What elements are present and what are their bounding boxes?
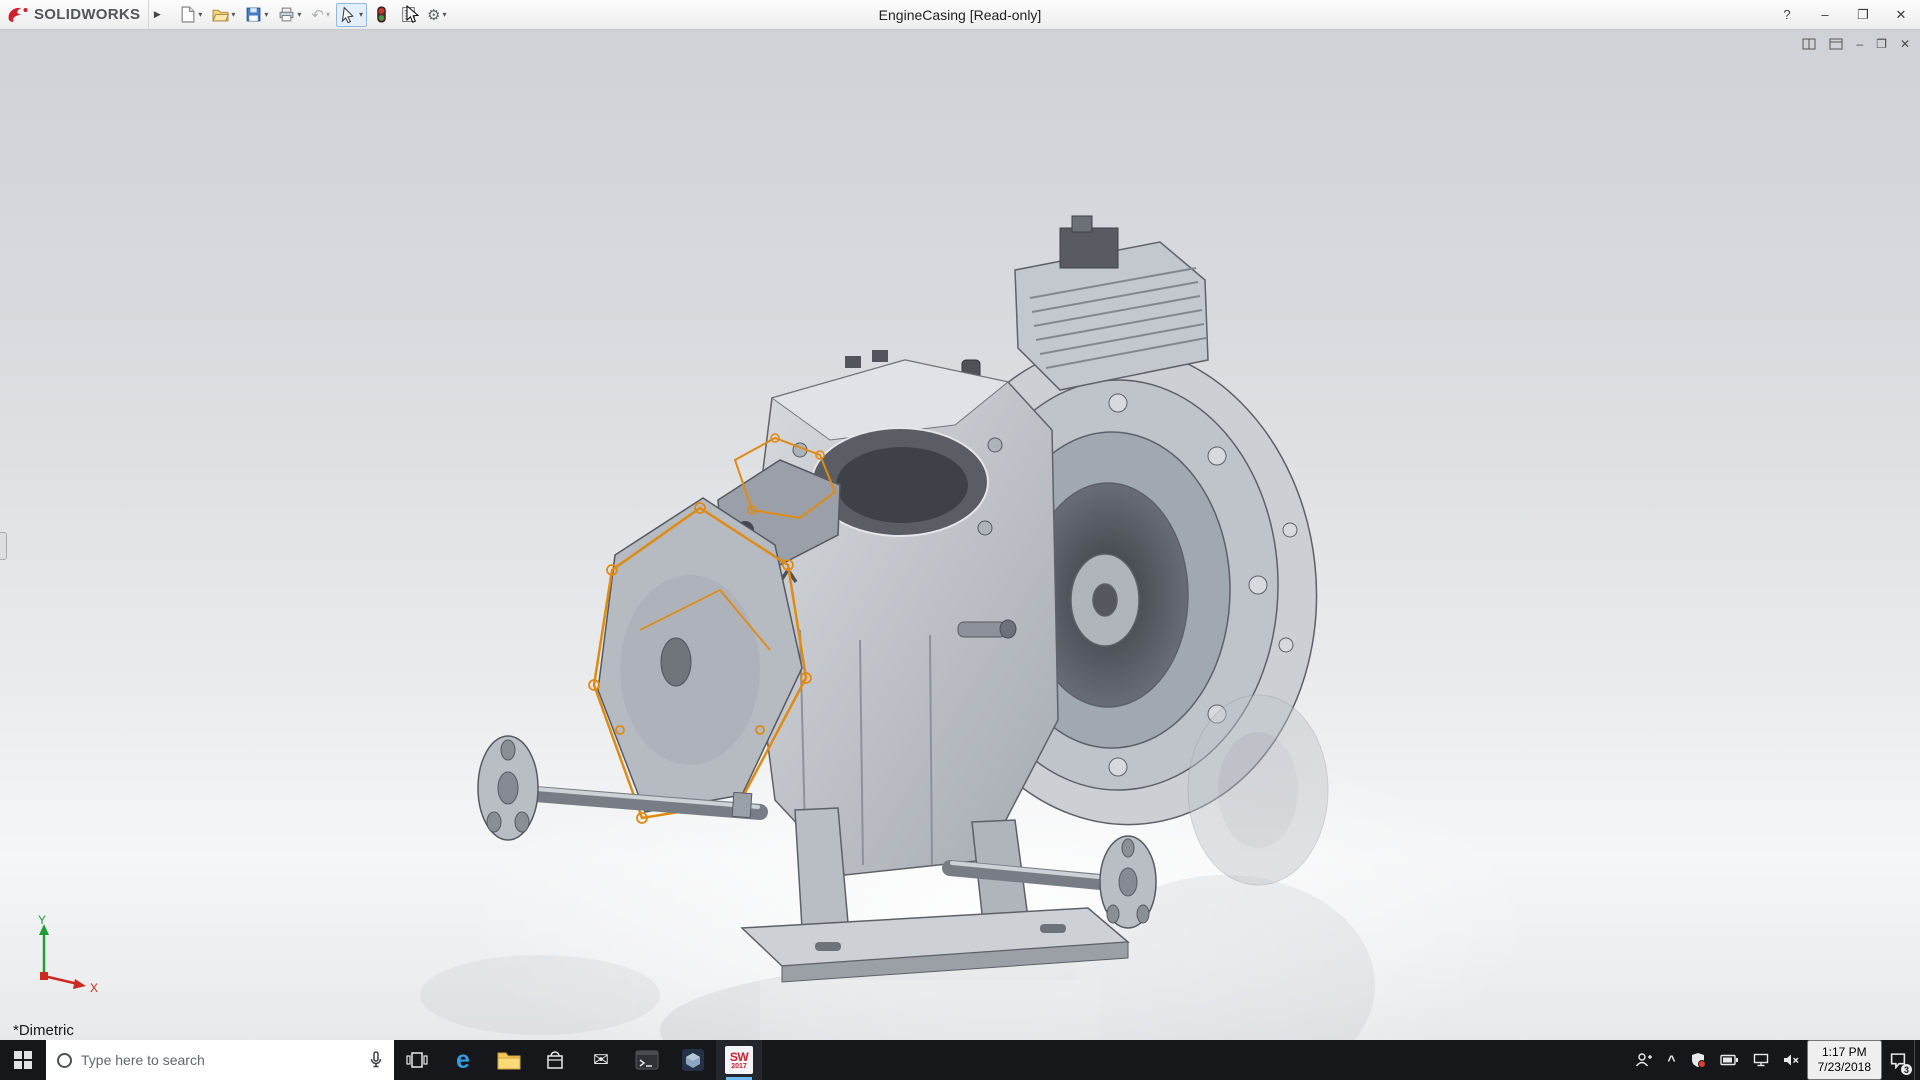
brand-text: SOLIDWORKS <box>34 6 140 23</box>
menu-flyout-arrow[interactable]: ▶ <box>149 2 165 28</box>
cylinder-fins-block <box>962 216 1208 394</box>
file-properties-button[interactable] <box>396 3 421 27</box>
microphone-icon[interactable] <box>369 1051 383 1069</box>
rebuild-button[interactable] <box>369 3 394 27</box>
store-bag-icon <box>545 1050 565 1070</box>
solidworks-logo: SOLIDWORKS <box>0 0 149 29</box>
dropdown-arrow-icon[interactable]: ▾ <box>326 10 330 19</box>
people-button[interactable] <box>1628 1040 1660 1080</box>
gear-icon: ⚙ <box>427 6 440 24</box>
minimize-button[interactable]: – <box>1806 0 1844 29</box>
edge-button[interactable]: e <box>440 1040 486 1080</box>
triad-y-label: Y <box>38 914 46 927</box>
start-button[interactable] <box>0 1040 46 1080</box>
select-cursor-icon <box>340 6 357 23</box>
doc-minimize-button[interactable]: – <box>1856 36 1863 52</box>
pane-single-icon[interactable] <box>1829 36 1843 52</box>
system-tray: ^ <box>1628 1040 1920 1080</box>
open-button[interactable]: ▾ <box>208 3 239 27</box>
file-properties-icon <box>400 6 417 23</box>
undo-button[interactable]: ↶ ▾ <box>307 3 334 27</box>
rebuild-traffic-light-icon <box>373 6 390 23</box>
terminal-app-button[interactable] <box>624 1040 670 1080</box>
print-button[interactable]: ▾ <box>274 3 305 27</box>
orientation-triad: Y X <box>22 914 106 998</box>
dropdown-arrow-icon[interactable]: ▾ <box>442 10 446 19</box>
dropdown-arrow-icon[interactable]: ▾ <box>359 10 363 19</box>
file-explorer-button[interactable] <box>486 1040 532 1080</box>
options-button[interactable]: ⚙ ▾ <box>423 3 450 27</box>
edge-icon: e <box>456 1046 470 1075</box>
dropdown-arrow-icon[interactable]: ▾ <box>297 10 301 19</box>
task-view-button[interactable] <box>394 1040 440 1080</box>
clock-date: 7/23/2018 <box>1818 1060 1871 1075</box>
document-window-controls: – ❐ ✕ <box>1802 36 1910 52</box>
save-floppy-icon <box>245 6 262 23</box>
solidworks-icon-year: 2017 <box>731 1063 747 1070</box>
engine-casing-3d-model[interactable] <box>0 30 1920 1040</box>
rear-ghost-component <box>1188 695 1328 885</box>
show-desktop-button[interactable] <box>1914 1040 1920 1080</box>
action-center-button[interactable]: 3 <box>1882 1040 1914 1080</box>
save-button[interactable]: ▾ <box>241 3 272 27</box>
caret-up-icon: ^ <box>1667 1052 1675 1068</box>
ds-logo-icon <box>6 5 30 25</box>
dropdown-arrow-icon[interactable]: ▾ <box>231 10 235 19</box>
triad-x-label: X <box>90 981 98 995</box>
title-bar: SOLIDWORKS ▶ ▾ ▾ <box>0 0 1920 30</box>
stub-shaft <box>958 620 1016 638</box>
view-orientation-label: *Dimetric <box>13 1022 74 1039</box>
battery-icon <box>1720 1054 1739 1066</box>
new-document-button[interactable]: ▾ <box>175 3 206 27</box>
search-placeholder: Type here to search <box>81 1052 360 1068</box>
dropdown-arrow-icon[interactable]: ▾ <box>264 10 268 19</box>
notification-count-badge: 3 <box>1901 1064 1912 1075</box>
cortana-search-icon <box>57 1053 72 1068</box>
mail-envelope-icon: ✉ <box>593 1049 609 1072</box>
speaker-muted-icon <box>1783 1053 1800 1067</box>
cube-app-icon <box>681 1048 705 1072</box>
terminal-icon <box>635 1049 659 1071</box>
solidworks-icon-text: SW <box>730 1051 748 1063</box>
taskbar-search[interactable]: Type here to search <box>46 1040 394 1080</box>
window-controls: ? – ❐ ✕ <box>1768 0 1920 29</box>
doc-close-button[interactable]: ✕ <box>1900 36 1910 52</box>
clock[interactable]: 1:17 PM 7/23/2018 <box>1807 1040 1882 1080</box>
graphics-area[interactable]: – ❐ ✕ Y X *Dimetric <box>0 30 1920 1040</box>
select-button[interactable]: ▾ <box>336 3 367 27</box>
solidworks-taskbar-button[interactable]: SW 2017 <box>716 1040 762 1080</box>
task-view-icon <box>406 1050 428 1070</box>
new-document-icon <box>179 6 196 23</box>
volume-button[interactable] <box>1776 1040 1807 1080</box>
network-icon <box>1753 1053 1769 1067</box>
document-title: EngineCasing [Read-only] <box>879 0 1042 30</box>
people-icon <box>1635 1052 1653 1068</box>
network-button[interactable] <box>1746 1040 1776 1080</box>
solidworks-app-icon: SW 2017 <box>725 1046 753 1074</box>
clock-time: 1:17 PM <box>1822 1045 1867 1060</box>
dropdown-arrow-icon[interactable]: ▾ <box>198 10 202 19</box>
undo-icon: ↶ <box>311 6 324 24</box>
help-button[interactable]: ? <box>1768 0 1806 29</box>
store-button[interactable] <box>532 1040 578 1080</box>
battery-button[interactable] <box>1713 1040 1746 1080</box>
folder-icon <box>497 1050 521 1070</box>
solidworks-window: SOLIDWORKS ▶ ▾ ▾ <box>0 0 1920 1080</box>
windows-logo-icon <box>14 1051 32 1069</box>
featuremanager-flyout-handle[interactable] <box>0 532 7 560</box>
doc-restore-button[interactable]: ❐ <box>1876 36 1887 52</box>
security-alert-button[interactable] <box>1683 1040 1713 1080</box>
pane-split-icon[interactable] <box>1802 36 1816 52</box>
restore-button[interactable]: ❐ <box>1844 0 1882 29</box>
quick-access-toolbar: ▾ ▾ ▾ <box>175 3 450 27</box>
dark-cube-app-button[interactable] <box>670 1040 716 1080</box>
mail-button[interactable]: ✉ <box>578 1040 624 1080</box>
close-button[interactable]: ✕ <box>1882 0 1920 29</box>
windows-taskbar: Type here to search e <box>0 1040 1920 1080</box>
print-icon <box>278 6 295 23</box>
open-folder-icon <box>212 6 229 23</box>
shield-alert-icon <box>1690 1052 1706 1068</box>
tray-overflow-button[interactable]: ^ <box>1660 1040 1682 1080</box>
